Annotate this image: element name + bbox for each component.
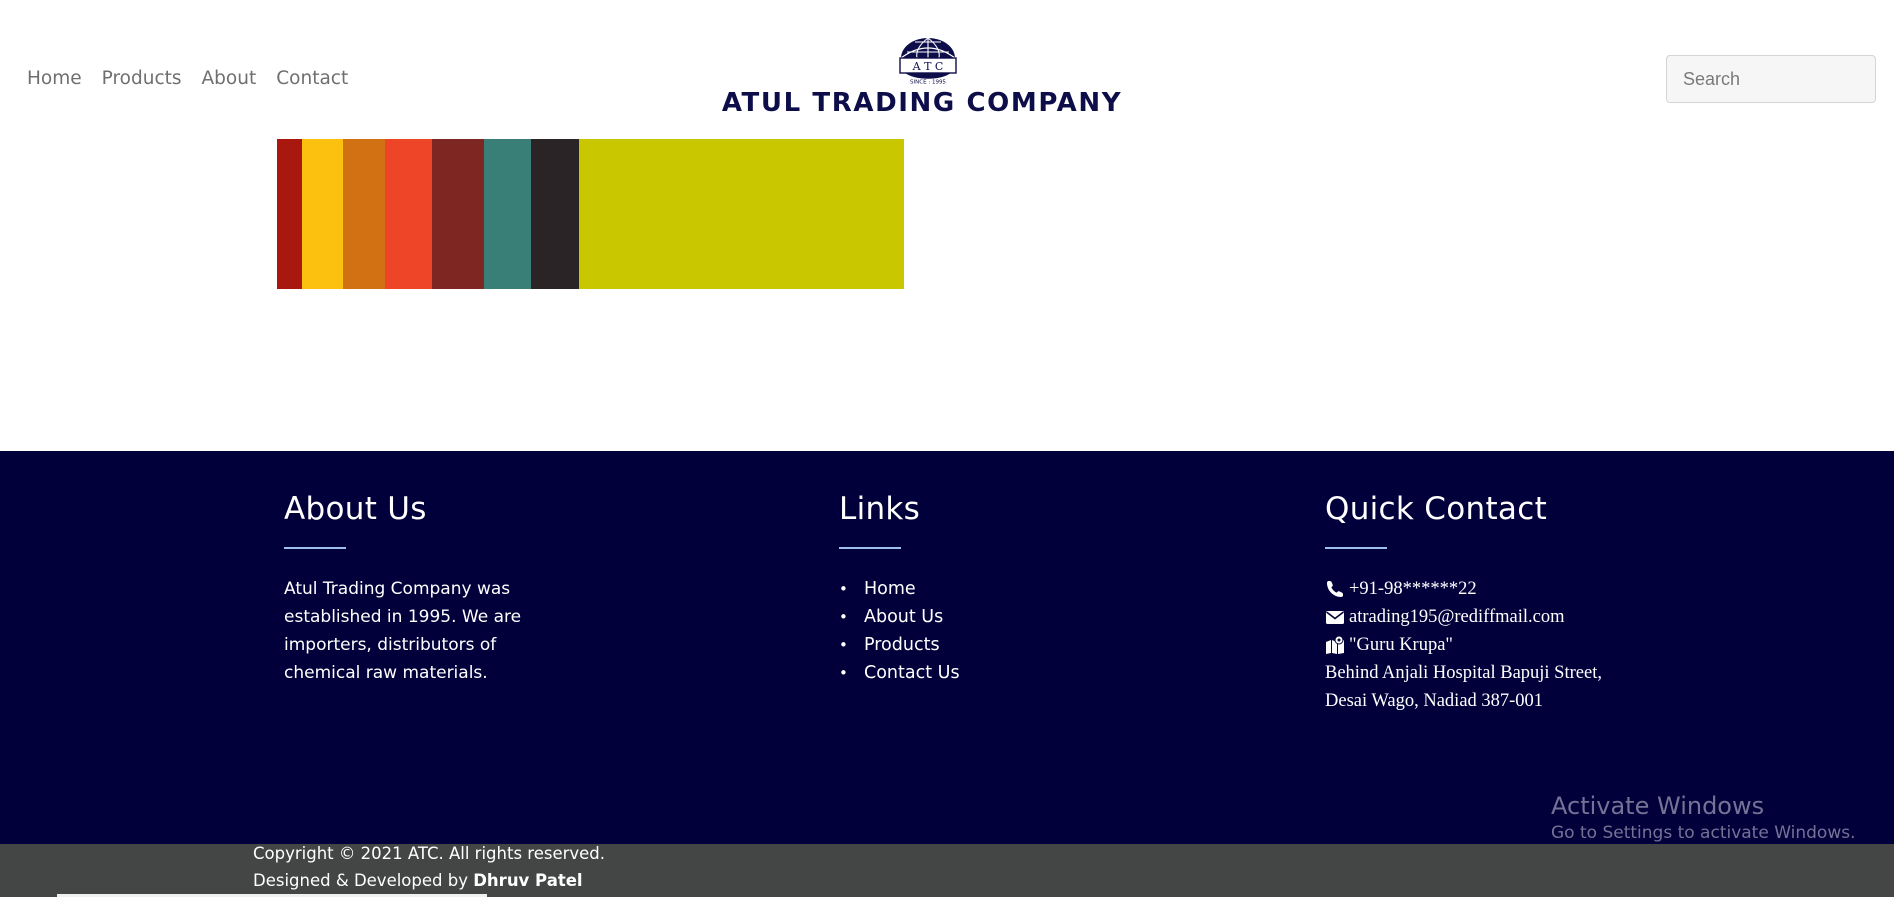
contact-title: Quick Contact — [1325, 491, 1548, 527]
title-underline — [839, 547, 901, 549]
hero-stripe — [432, 139, 484, 289]
hero-stripe — [484, 139, 531, 289]
envelope-icon — [1326, 611, 1344, 624]
company-logo[interactable]: A T C SINCE : 1995 ATUL TRADING COMPANY — [702, 34, 1142, 118]
footer-contact-column: Quick Contact +91-98******22 atrading195… — [1325, 491, 1602, 715]
footer: About Us Atul Trading Company was establ… — [0, 451, 1894, 844]
nav-link-about[interactable]: About — [202, 68, 257, 89]
watermark-subtitle: Go to Settings to activate Windows. — [1551, 823, 1856, 843]
hero-color-swatch-image — [277, 139, 904, 289]
developer-name[interactable]: Dhruv Patel — [473, 871, 582, 890]
phone-icon — [1327, 581, 1343, 597]
svg-text:A T C: A T C — [912, 60, 944, 73]
svg-text:SINCE : 1995: SINCE : 1995 — [910, 80, 946, 86]
hero-stripe — [385, 139, 432, 289]
company-name: ATUL TRADING COMPANY — [721, 88, 1123, 118]
title-underline — [1325, 547, 1387, 549]
hero-stripe — [343, 139, 385, 289]
copyright-text: Copyright © 2021 ATC. All rights reserve… — [253, 844, 606, 863]
copyright-bar: Copyright © 2021 ATC. All rights reserve… — [0, 844, 1894, 897]
hero-stripe — [579, 139, 904, 289]
contact-address-line: Desai Wago, Nadiad 387-001 — [1325, 691, 1544, 711]
map-marker-icon — [1326, 635, 1344, 654]
contact-address-name: "Guru Krupa" — [1349, 635, 1453, 655]
title-underline — [284, 547, 346, 549]
hero-stripe — [302, 139, 343, 289]
footer-link-about-us[interactable]: About Us — [839, 603, 960, 631]
footer-link-contact-us[interactable]: Contact Us — [839, 659, 960, 687]
footer-about-column: About Us Atul Trading Company was establ… — [284, 491, 534, 687]
contact-email[interactable]: atrading195@rediffmail.com — [1349, 603, 1565, 631]
nav-link-products[interactable]: Products — [102, 68, 182, 89]
about-text: Atul Trading Company was established in … — [284, 579, 522, 683]
globe-logo-icon: A T C SINCE : 1995 — [899, 37, 957, 86]
footer-links-column: Links Home About Us Products Contact Us — [839, 491, 960, 687]
contact-list: +91-98******22 atrading195@rediffmail.co… — [1325, 575, 1602, 715]
designed-by-label: Designed & Developed by — [253, 871, 468, 890]
watermark-title: Activate Windows — [1551, 792, 1765, 820]
footer-link-products[interactable]: Products — [839, 631, 960, 659]
nav-link-home[interactable]: Home — [27, 68, 82, 89]
activate-windows-watermark: Activate Windows Go to Settings to activ… — [1551, 790, 1856, 844]
hero-stripe — [531, 139, 579, 289]
contact-address-line: Behind Anjali Hospital Bapuji Street, — [1325, 663, 1602, 683]
search-input[interactable] — [1666, 55, 1876, 103]
nav-links: Home Products About Contact — [27, 68, 348, 89]
contact-phone-row: +91-98******22 — [1325, 575, 1602, 603]
nav-link-contact[interactable]: Contact — [276, 68, 348, 89]
about-title: About Us — [284, 491, 427, 527]
links-title: Links — [839, 491, 921, 527]
credits-line: Designed & Developed by Dhruv Patel — [253, 871, 583, 890]
contact-address-row: "Guru Krupa" — [1325, 631, 1602, 659]
navbar: Home Products About Contact A T C SINCE … — [0, 0, 1894, 139]
hero-stripe — [277, 139, 302, 289]
footer-link-list: Home About Us Products Contact Us — [839, 575, 960, 687]
footer-link-home[interactable]: Home — [839, 575, 960, 603]
contact-phone[interactable]: +91-98******22 — [1349, 575, 1477, 603]
contact-email-row: atrading195@rediffmail.com — [1325, 603, 1602, 631]
